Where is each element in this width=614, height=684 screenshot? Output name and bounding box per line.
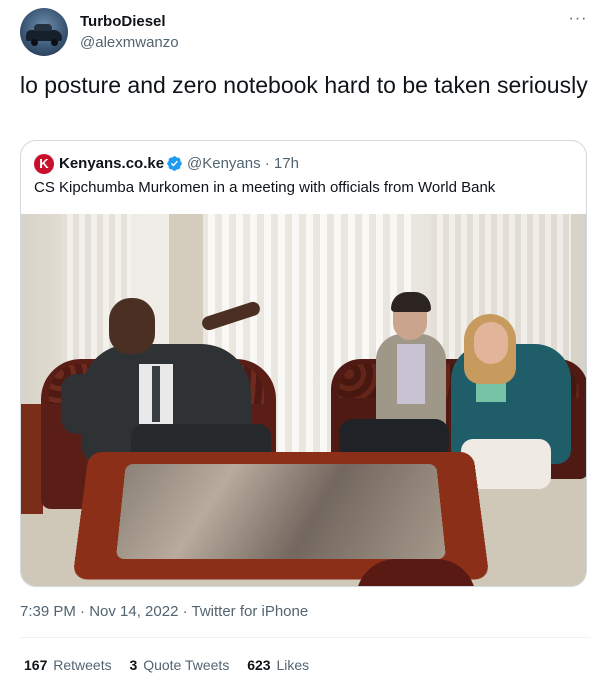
glass-top xyxy=(115,463,447,560)
tweet-stats: 167 Retweets 3 Quote Tweets 623 Likes xyxy=(24,655,323,675)
retweets-label: Retweets xyxy=(53,657,112,673)
side-table xyxy=(21,404,43,514)
tweet: TurboDiesel @alexmwanzo ··· lo posture a… xyxy=(0,0,614,684)
retweets-stat[interactable]: 167 Retweets xyxy=(24,657,112,673)
retweets-count: 167 xyxy=(24,657,48,673)
quoted-tweet[interactable]: K Kenyans.co.ke @Kenyans · 17h CS Kipchu… xyxy=(20,140,587,587)
quoted-text: CS Kipchumba Murkomen in a meeting with … xyxy=(34,179,496,196)
quote-tweets-stat[interactable]: 3 Quote Tweets xyxy=(130,657,230,673)
wheel-shape xyxy=(31,39,38,46)
man-tie xyxy=(152,366,160,422)
man-head xyxy=(109,298,155,354)
quoted-handle-time[interactable]: @Kenyans · 17h xyxy=(187,154,299,174)
kenyans-logo-icon: K xyxy=(34,154,54,174)
likes-label: Likes xyxy=(276,657,310,673)
divider xyxy=(20,637,590,638)
quote-tweets-count: 3 xyxy=(129,657,138,673)
quoted-author-name[interactable]: Kenyans.co.ke xyxy=(59,154,164,174)
likes-stat[interactable]: 623 Likes xyxy=(247,657,309,673)
woman-head xyxy=(474,322,508,364)
woman-blouse xyxy=(397,344,425,404)
woman-hair xyxy=(391,292,431,312)
man-arm xyxy=(61,374,101,434)
likes-count: 623 xyxy=(247,657,271,673)
quote-tweets-label: Quote Tweets xyxy=(143,657,230,673)
tweet-text: lo posture and zero notebook hard to be … xyxy=(20,72,588,98)
avatar[interactable] xyxy=(20,8,68,56)
meeting-photo[interactable] xyxy=(21,214,586,586)
author-name[interactable]: TurboDiesel xyxy=(80,12,166,32)
wheel-shape xyxy=(51,39,58,46)
verified-badge-icon xyxy=(167,156,182,171)
more-options-icon[interactable]: ··· xyxy=(566,8,590,32)
tweet-timestamp[interactable]: 7:39 PM · Nov 14, 2022 · Twitter for iPh… xyxy=(20,602,308,622)
author-handle[interactable]: @alexmwanzo xyxy=(80,33,179,53)
